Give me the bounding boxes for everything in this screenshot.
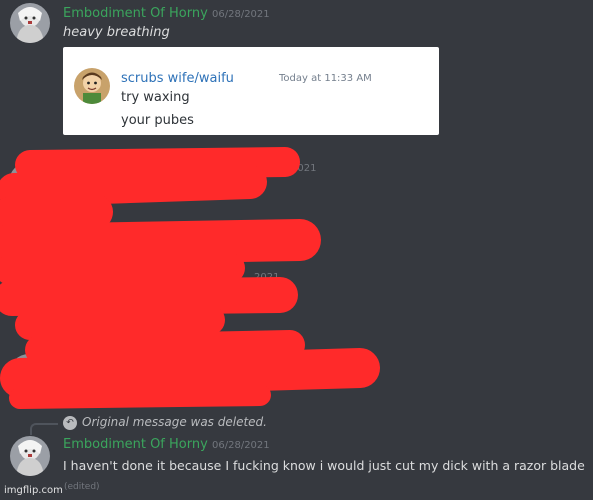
avatar[interactable] [10,436,50,476]
timestamp: 06/28/2021 [212,440,270,451]
message-text: I haven't done it because I fucking know… [63,458,585,473]
deleted-message-notice: Original message was deleted. [82,415,267,429]
reply-connector [30,423,58,435]
edited-label: (edited) [64,482,100,492]
reply-arrow-icon: ↶ [63,416,77,430]
watermark: imgflip.com [4,485,63,496]
username[interactable]: Embodiment Of Horny [63,437,208,452]
